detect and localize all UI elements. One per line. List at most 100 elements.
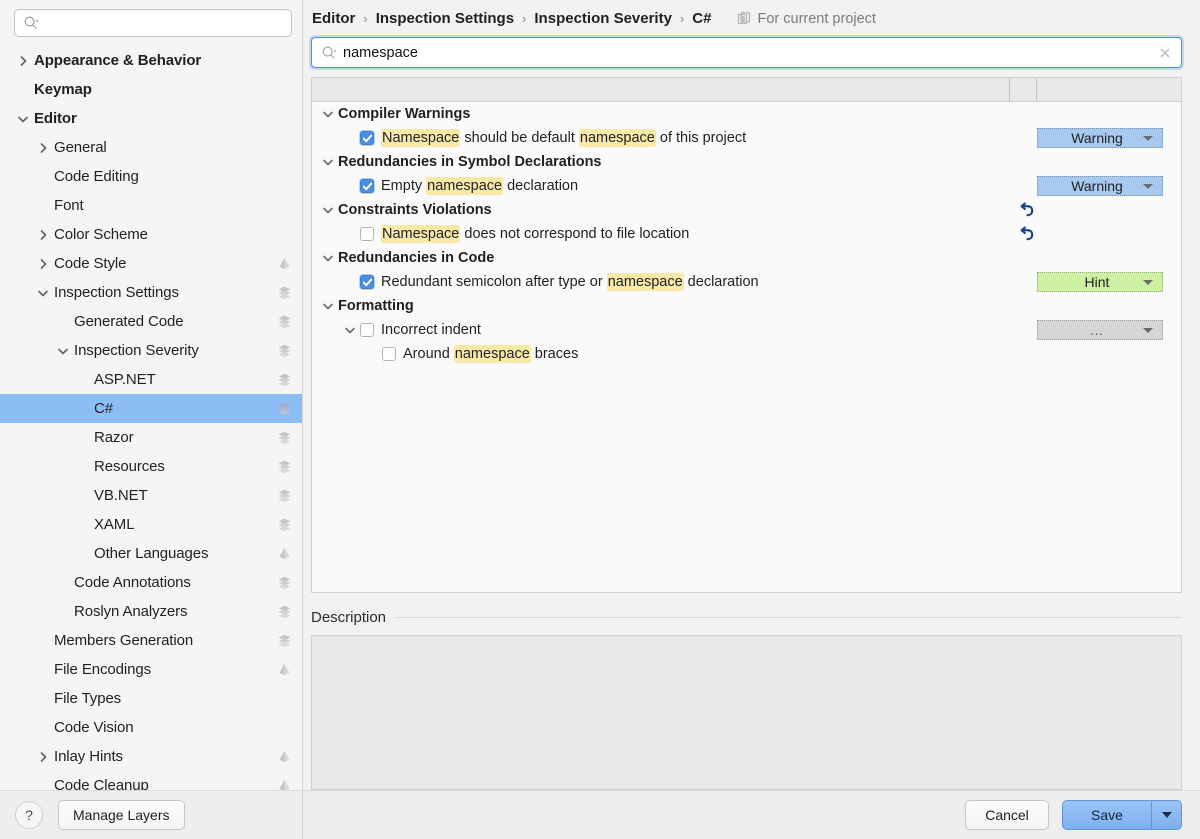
breadcrumb-item[interactable]: C# — [692, 10, 711, 27]
sidebar-item-roslyn-analyzers[interactable]: Roslyn Analyzers — [0, 597, 302, 626]
sidebar-item-editor[interactable]: Editor — [0, 104, 302, 133]
sidebar-item-xaml[interactable]: XAML — [0, 510, 302, 539]
checkbox-unchecked[interactable] — [360, 227, 374, 241]
filter-search-input[interactable] — [343, 41, 1156, 64]
sidebar-item-label: Code Cleanup — [54, 777, 149, 790]
sidebar-item-label: Code Annotations — [74, 574, 191, 591]
sidebar-item-code-annotations[interactable]: Code Annotations — [0, 568, 302, 597]
search-match-highlight: namespace — [606, 273, 684, 291]
manage-layers-button[interactable]: Manage Layers — [58, 800, 185, 830]
sidebar-item-keymap[interactable]: Keymap — [0, 75, 302, 104]
severity-dropdown[interactable]: Warning — [1037, 176, 1163, 196]
sidebar-search-box[interactable] — [14, 9, 292, 37]
checkbox-checked[interactable] — [360, 131, 374, 145]
settings-tree[interactable]: Appearance & Behavior Keymap Editor General… — [0, 41, 302, 790]
chevron-right-icon[interactable] — [16, 54, 30, 68]
sidebar-item-inspection-severity[interactable]: Inspection Severity — [0, 336, 302, 365]
sidebar-item-label: Resources — [94, 458, 165, 475]
chevron-down-icon[interactable] — [321, 203, 335, 217]
checkbox-unchecked[interactable] — [360, 323, 374, 337]
search-match-highlight: Namespace — [381, 129, 461, 147]
sidebar-item-label: VB.NET — [94, 487, 148, 504]
chevron-right-icon[interactable] — [36, 750, 50, 764]
sidebar-item-file-types[interactable]: File Types — [0, 684, 302, 713]
chevron-down-icon[interactable] — [321, 299, 335, 313]
sidebar-search-input[interactable] — [43, 12, 283, 34]
sidebar-item-resources[interactable]: Resources — [0, 452, 302, 481]
inspection-item-row[interactable]: Namespace does not correspond to file lo… — [312, 222, 1181, 246]
help-button[interactable]: ? — [15, 801, 43, 829]
sidebar-item-generated-code[interactable]: Generated Code — [0, 307, 302, 336]
severity-dropdown[interactable]: Warning — [1037, 128, 1163, 148]
sidebar-item-font[interactable]: Font — [0, 191, 302, 220]
inspection-item-row[interactable]: Around namespace braces — [312, 342, 1181, 366]
chevron-down-icon[interactable] — [36, 286, 50, 300]
breadcrumb-item[interactable]: Inspection Severity — [534, 10, 672, 27]
sidebar-item-inspection-settings[interactable]: Inspection Settings — [0, 278, 302, 307]
severity-dropdown[interactable]: … — [1037, 320, 1163, 340]
inspection-item-label: Redundant semicolon after type or namesp… — [381, 273, 759, 291]
filter-search-box[interactable] — [311, 37, 1182, 68]
revert-icon[interactable] — [1017, 201, 1035, 219]
breadcrumb-item[interactable]: Inspection Settings — [376, 10, 514, 27]
save-button[interactable]: Save — [1062, 800, 1152, 830]
save-dropdown-button[interactable] — [1152, 800, 1182, 830]
inspection-group-row[interactable]: Formatting — [312, 294, 1181, 318]
sidebar-item-label: Font — [54, 197, 84, 214]
checkbox-unchecked[interactable] — [382, 347, 396, 361]
chevron-down-icon[interactable] — [321, 107, 335, 121]
sidebar-item-razor[interactable]: Razor — [0, 423, 302, 452]
sidebar-item-general[interactable]: General — [0, 133, 302, 162]
inspection-group-row[interactable]: Constraints Violations — [312, 198, 1181, 222]
sidebar-item-code-editing[interactable]: Code Editing — [0, 162, 302, 191]
breadcrumb-item[interactable]: Editor — [312, 10, 355, 27]
sidebar-item-c[interactable]: C# — [0, 394, 302, 423]
sidebar-item-code-vision[interactable]: Code Vision — [0, 713, 302, 742]
layers-icon — [277, 343, 292, 358]
sidebar-item-code-style[interactable]: Code Style — [0, 249, 302, 278]
sidebar-item-other-languages[interactable]: Other Languages — [0, 539, 302, 568]
sidebar-item-inlay-hints[interactable]: Inlay Hints — [0, 742, 302, 771]
sidebar-item-appearance-behavior[interactable]: Appearance & Behavior — [0, 46, 302, 75]
sidebar-item-vb-net[interactable]: VB.NET — [0, 481, 302, 510]
breadcrumb-separator: › — [522, 11, 527, 26]
chevron-down-icon[interactable] — [343, 323, 357, 337]
chevron-down-icon[interactable] — [321, 251, 335, 265]
close-icon[interactable] — [1156, 44, 1174, 62]
save-button-group: Save — [1062, 800, 1182, 830]
search-match-highlight: Namespace — [381, 225, 461, 243]
inspection-item-row[interactable]: Empty namespace declaration Warning — [312, 174, 1181, 198]
inspection-item-row[interactable]: Namespace should be default namespace of… — [312, 126, 1181, 150]
settings-sidebar: Appearance & Behavior Keymap Editor General… — [0, 0, 303, 839]
inspection-group-row[interactable]: Compiler Warnings — [312, 102, 1181, 126]
cancel-button[interactable]: Cancel — [965, 800, 1049, 830]
scope-indicator[interactable]: For current project — [737, 11, 876, 27]
inspection-group-row[interactable]: Redundancies in Symbol Declarations — [312, 150, 1181, 174]
inspection-item-row[interactable]: Incorrect indent… — [312, 318, 1181, 342]
inspection-rows[interactable]: Compiler Warnings Namespace should be def… — [312, 102, 1181, 592]
severity-dropdown[interactable]: Hint — [1037, 272, 1163, 292]
layers-icon — [277, 604, 292, 619]
sidebar-item-file-encodings[interactable]: File Encodings — [0, 655, 302, 684]
chevron-right-icon[interactable] — [36, 228, 50, 242]
chevron-down-icon[interactable] — [321, 155, 335, 169]
sidebar-item-label: C# — [94, 400, 113, 417]
inspection-item-row[interactable]: Redundant semicolon after type or namesp… — [312, 270, 1181, 294]
text-fragment: declaration — [503, 178, 579, 194]
sidebar-item-members-generation[interactable]: Members Generation — [0, 626, 302, 655]
sidebar-item-code-cleanup[interactable]: Code Cleanup — [0, 771, 302, 790]
sidebar-item-label: File Encodings — [54, 661, 151, 678]
checkbox-checked[interactable] — [360, 275, 374, 289]
sidebar-item-label: Code Vision — [54, 719, 134, 736]
chevron-down-icon[interactable] — [56, 344, 70, 358]
chevron-down-icon[interactable] — [16, 112, 30, 126]
sidebar-item-color-scheme[interactable]: Color Scheme — [0, 220, 302, 249]
layers-icon — [277, 314, 292, 329]
sidebar-item-label: Code Style — [54, 255, 127, 272]
checkbox-checked[interactable] — [360, 179, 374, 193]
revert-icon[interactable] — [1017, 225, 1035, 243]
chevron-right-icon[interactable] — [36, 257, 50, 271]
chevron-right-icon[interactable] — [36, 141, 50, 155]
sidebar-item-asp-net[interactable]: ASP.NET — [0, 365, 302, 394]
inspection-group-row[interactable]: Redundancies in Code — [312, 246, 1181, 270]
